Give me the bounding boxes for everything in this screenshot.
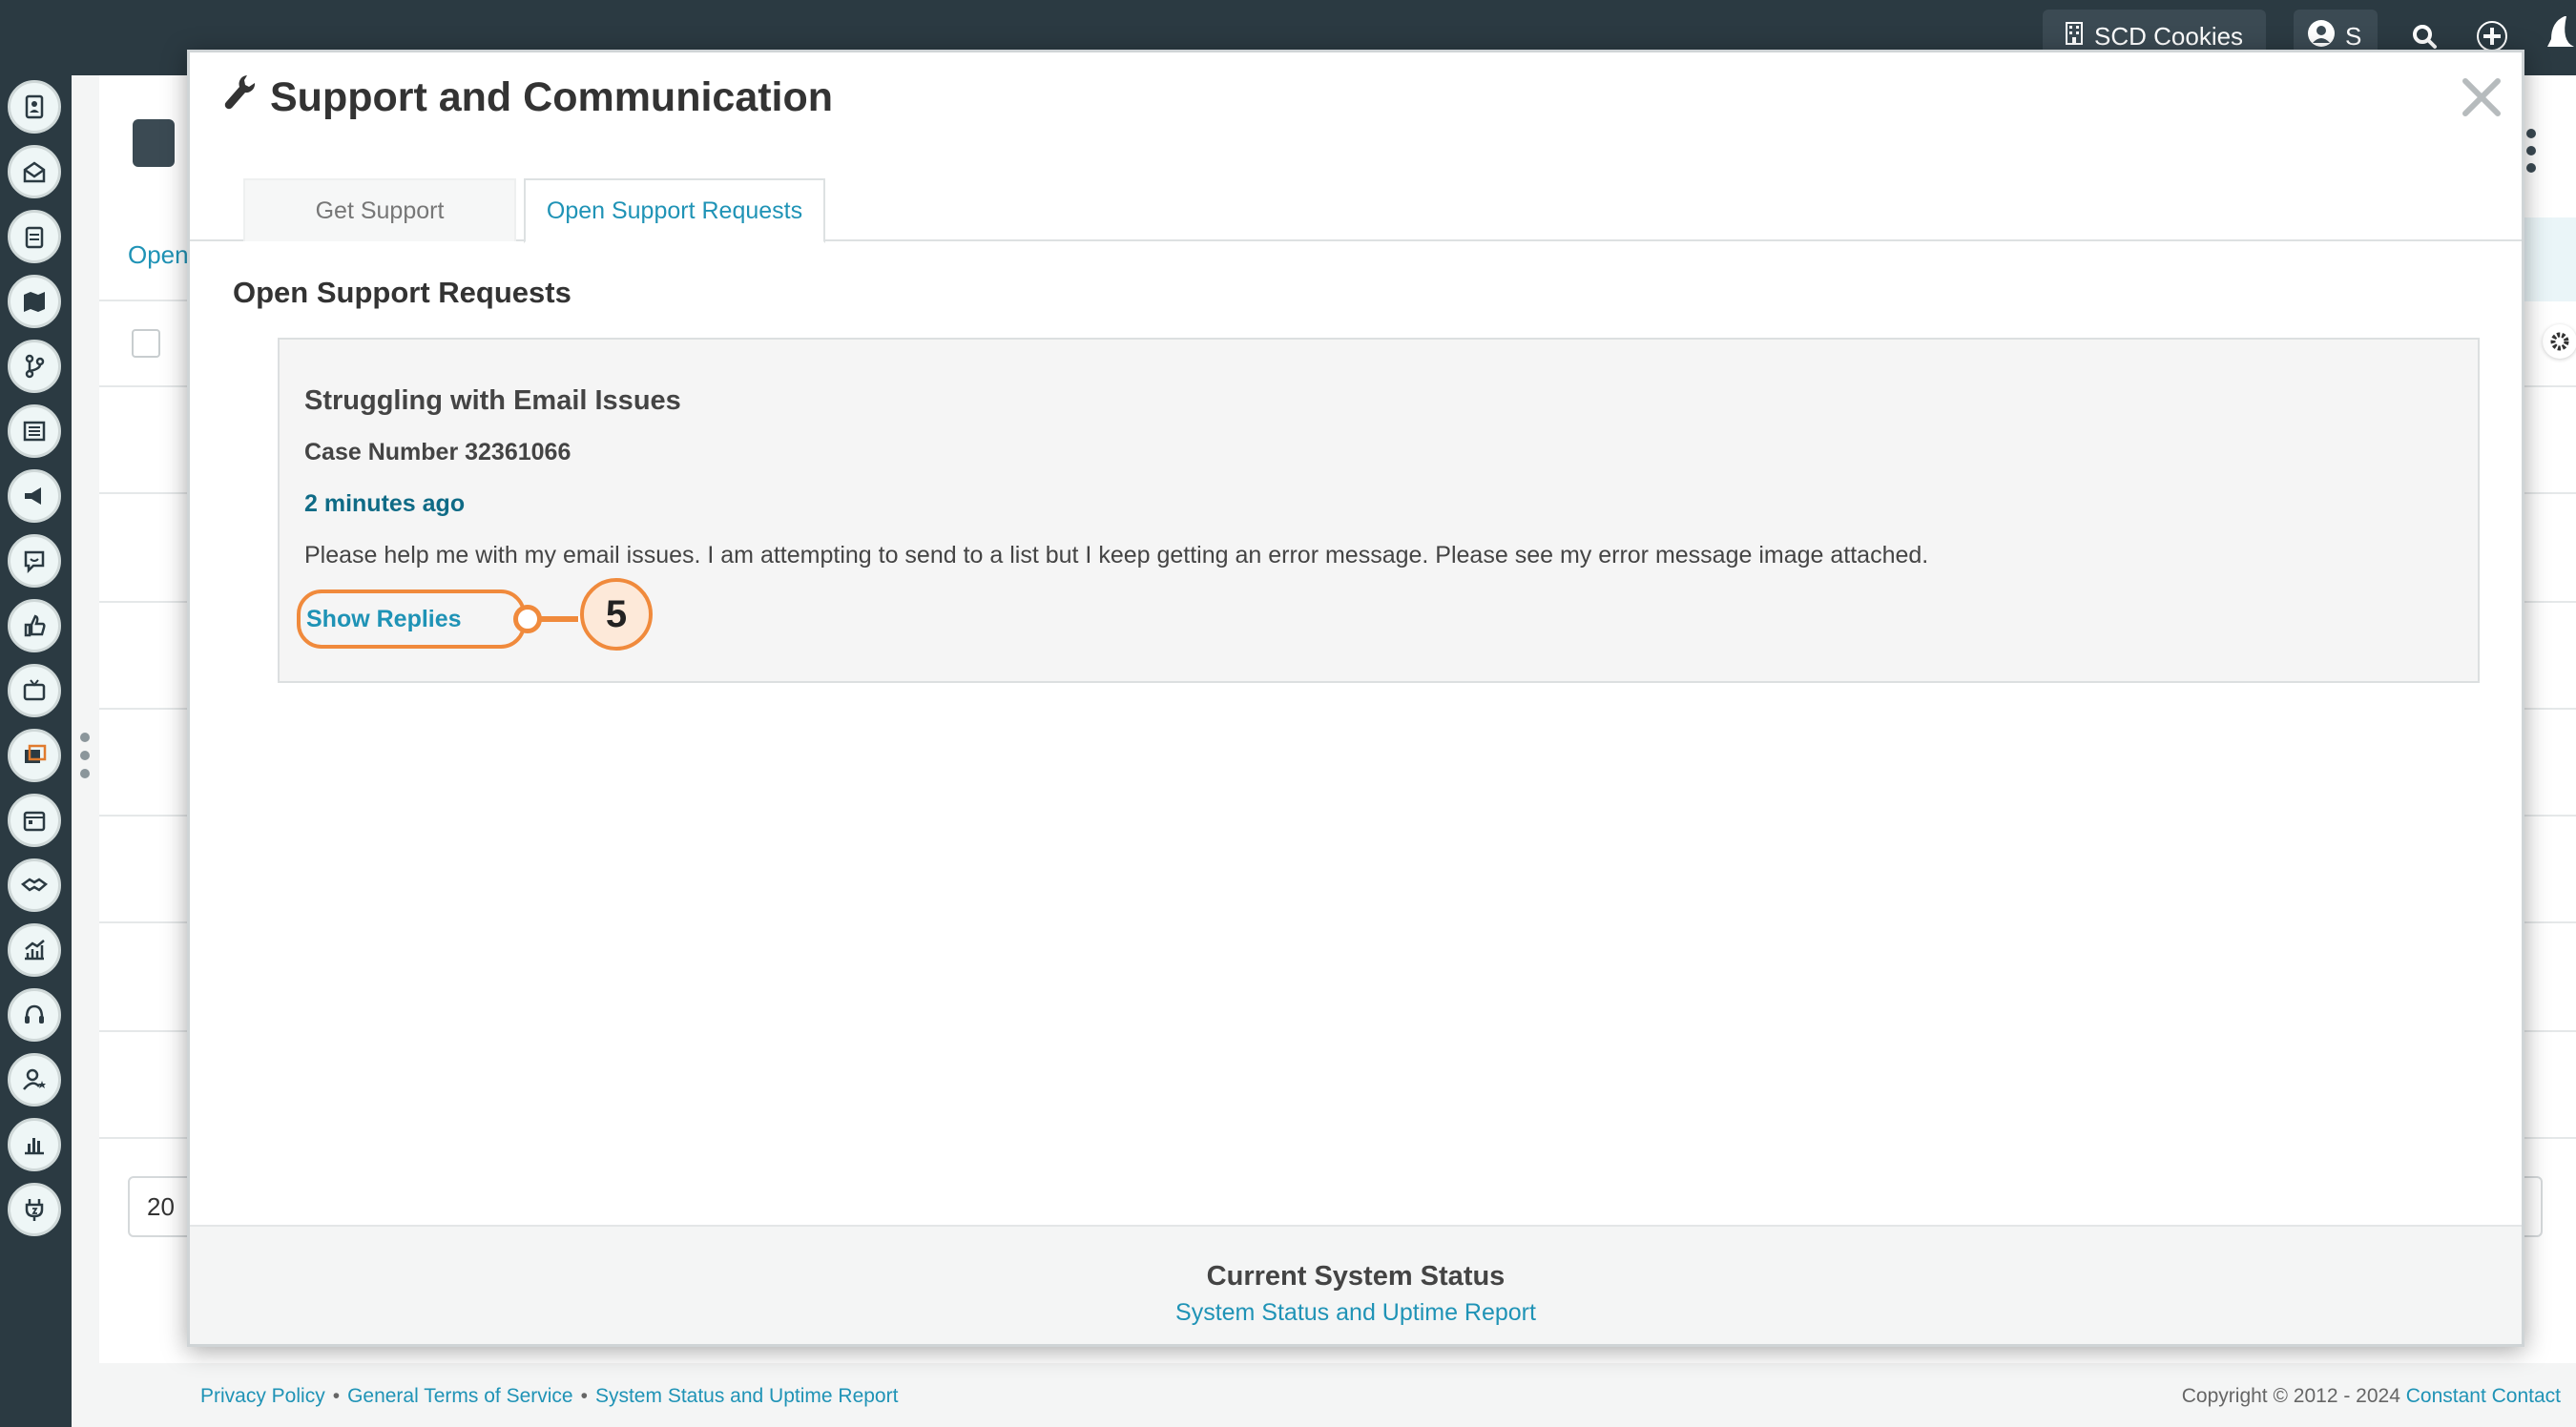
- table-row-divider: [2524, 921, 2576, 923]
- table-row-divider: [2524, 492, 2576, 494]
- calendar-icon[interactable]: [8, 794, 61, 847]
- modal-title-text: Support and Communication: [270, 74, 834, 120]
- close-icon[interactable]: [2458, 73, 2505, 121]
- clipboard-icon[interactable]: [8, 210, 61, 263]
- request-description: Please help me with my email issues. I a…: [304, 542, 1929, 569]
- callout-connector-line: [540, 616, 582, 622]
- table-row-divider: [2524, 385, 2576, 387]
- branch-icon[interactable]: [8, 340, 61, 393]
- thumbs-up-icon[interactable]: [8, 599, 61, 652]
- background-table-header: [99, 217, 190, 301]
- bar-chart-icon[interactable]: [8, 1118, 61, 1171]
- map-icon[interactable]: [8, 275, 61, 328]
- system-status-title: Current System Status: [1206, 1261, 1506, 1292]
- request-timestamp: 2 minutes ago: [304, 490, 466, 517]
- headset-icon[interactable]: [8, 988, 61, 1042]
- contacts-book-icon: [133, 119, 175, 167]
- growth-chart-icon[interactable]: [8, 923, 61, 977]
- table-row-divider: [2524, 601, 2576, 603]
- wrench-icon: [222, 73, 257, 122]
- footer-separator: •: [580, 1385, 588, 1407]
- table-row-divider: [2524, 1030, 2576, 1032]
- system-status-link[interactable]: System Status and Uptime Report: [190, 1299, 2522, 1327]
- request-title: Struggling with Email Issues: [304, 385, 681, 416]
- privacy-policy-link[interactable]: Privacy Policy: [200, 1385, 325, 1408]
- table-row-divider: [99, 1030, 190, 1032]
- per-page-select[interactable]: 20: [128, 1176, 195, 1237]
- copyright: Copyright © 2012 - 2024 Constant Contact: [2182, 1385, 2561, 1408]
- copyright-text: Copyright © 2012 - 2024: [2181, 1385, 2400, 1407]
- table-row-divider: [99, 601, 190, 603]
- step-number-badge: 5: [580, 578, 653, 651]
- building-icon: [2066, 21, 2083, 52]
- terms-of-service-link[interactable]: General Terms of Service: [347, 1385, 573, 1408]
- notification-icon[interactable]: [2538, 13, 2576, 59]
- table-row-divider: [2524, 815, 2576, 817]
- case-number: Case Number 32361066: [304, 439, 571, 465]
- modal-title: Support and Communication: [222, 73, 833, 122]
- table-row-divider: [99, 815, 190, 817]
- org-name: SCD Cookies: [2094, 21, 2244, 51]
- callout-connector-dot: [513, 605, 542, 633]
- column-settings-icon[interactable]: [2543, 324, 2576, 359]
- handshake-icon[interactable]: [8, 858, 61, 912]
- support-request-card: Struggling with Email Issues Case Number…: [278, 338, 2480, 683]
- tab-open-support-requests[interactable]: Open Support Requests: [524, 178, 825, 243]
- user-initial: S: [2345, 21, 2362, 51]
- table-row-divider: [99, 492, 190, 494]
- user-star-icon[interactable]: [8, 1053, 61, 1106]
- table-row-divider: [2524, 708, 2576, 710]
- tab-get-support[interactable]: Get Support: [243, 178, 516, 241]
- table-row-divider: [99, 708, 190, 710]
- table-row-divider: [2524, 1137, 2576, 1139]
- left-navigation-rail: [0, 75, 72, 1427]
- background-table-header-right: [2524, 217, 2576, 301]
- support-modal: Support and Communication Get Support Op…: [187, 50, 2524, 1347]
- list-icon[interactable]: [8, 404, 61, 458]
- table-row-divider: [99, 385, 190, 387]
- footer-links: Privacy Policy • General Terms of Servic…: [200, 1385, 898, 1408]
- table-row-divider: [99, 1137, 190, 1139]
- show-replies-button[interactable]: Show Replies: [297, 589, 526, 649]
- pagination-control[interactable]: [2524, 1176, 2543, 1237]
- select-all-checkbox[interactable]: [132, 329, 160, 358]
- section-title: Open Support Requests: [233, 276, 571, 309]
- avatar-icon: [2307, 19, 2336, 54]
- media-icon[interactable]: [8, 729, 61, 782]
- modal-tabs: Get Support Open Support Requests: [190, 178, 2522, 243]
- contacts-icon[interactable]: [8, 80, 61, 134]
- chat-icon[interactable]: [8, 534, 61, 588]
- plug-icon[interactable]: [8, 1183, 61, 1236]
- rail-resize-handle[interactable]: [78, 733, 92, 778]
- footer-separator: •: [332, 1385, 341, 1407]
- table-row-divider: [99, 921, 190, 923]
- more-options-icon[interactable]: [2525, 129, 2537, 173]
- constant-contact-link[interactable]: Constant Contact: [2406, 1385, 2561, 1407]
- system-status-section: Current System Status System Status and …: [190, 1225, 2522, 1344]
- email-icon[interactable]: [8, 145, 61, 198]
- system-status-footer-link[interactable]: System Status and Uptime Report: [595, 1385, 898, 1408]
- megaphone-icon[interactable]: [8, 469, 61, 523]
- tv-icon[interactable]: [8, 664, 61, 717]
